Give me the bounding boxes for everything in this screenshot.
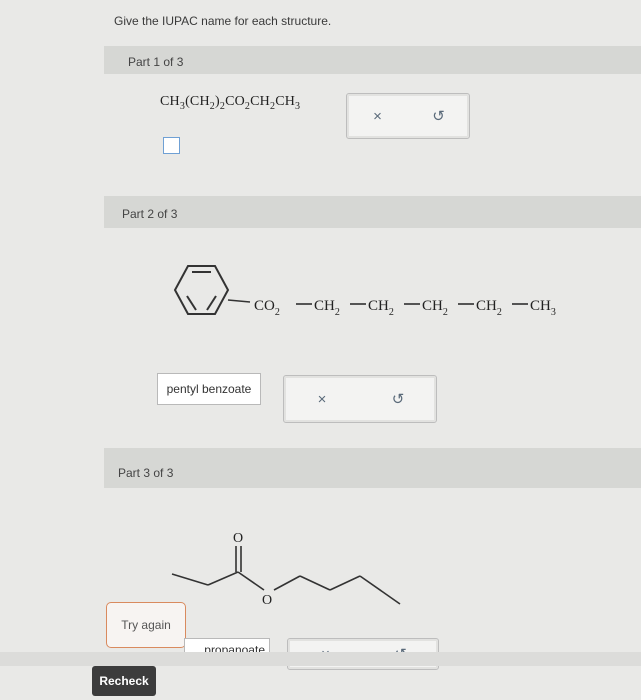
skeletal-bonds [171,546,401,605]
chain-ch2-3: CH2 [422,298,448,318]
chain-ch2-4: CH2 [476,298,502,318]
part2-header: Part 2 of 3 [104,196,641,228]
chain-ch3: CH3 [530,298,556,318]
part3-header: Part 3 of 3 [104,448,641,488]
part1-clear-button[interactable]: × [347,94,408,138]
chain-ch2-1: CH2 [314,298,340,318]
chain-ch2-2: CH2 [368,298,394,318]
close-icon: × [373,107,382,125]
part2-clear-button[interactable]: × [284,376,360,422]
part1-header: Part 1 of 3 [104,46,641,74]
recheck-button[interactable]: Recheck [92,666,156,696]
part3-label: Part 3 of 3 [118,466,174,480]
ring-bond [227,299,251,303]
part2-button-group: × ↺ [283,375,437,423]
part2-answer-input[interactable]: pentyl benzoate [157,373,261,405]
part2-structure: CO2 CH2 CH2 CH2 CH2 CH3 [173,265,556,318]
carbonyl-oxygen: O [233,531,243,546]
part2-label: Part 2 of 3 [122,207,178,221]
ester-oxygen: O [262,593,272,608]
part1-reset-button[interactable]: ↺ [408,94,469,138]
part3-structure: O O [171,531,401,608]
part1-button-group: × ↺ [346,93,470,139]
chain-co2: CO2 [254,298,280,318]
part1-answer-input[interactable] [163,137,180,154]
bottom-bar [0,652,641,666]
part1-formula: CH3(CH2)2CO2CH2CH3 [160,94,301,112]
undo-icon: ↺ [432,108,445,125]
benzene-ring [173,265,230,315]
question-prompt: Give the IUPAC name for each structure. [114,14,332,28]
try-again-popup: Try again [106,602,186,648]
undo-icon: ↺ [391,391,405,408]
part2-reset-button[interactable]: ↺ [360,376,436,422]
close-icon: × [317,390,327,408]
part1-label: Part 1 of 3 [128,55,184,69]
